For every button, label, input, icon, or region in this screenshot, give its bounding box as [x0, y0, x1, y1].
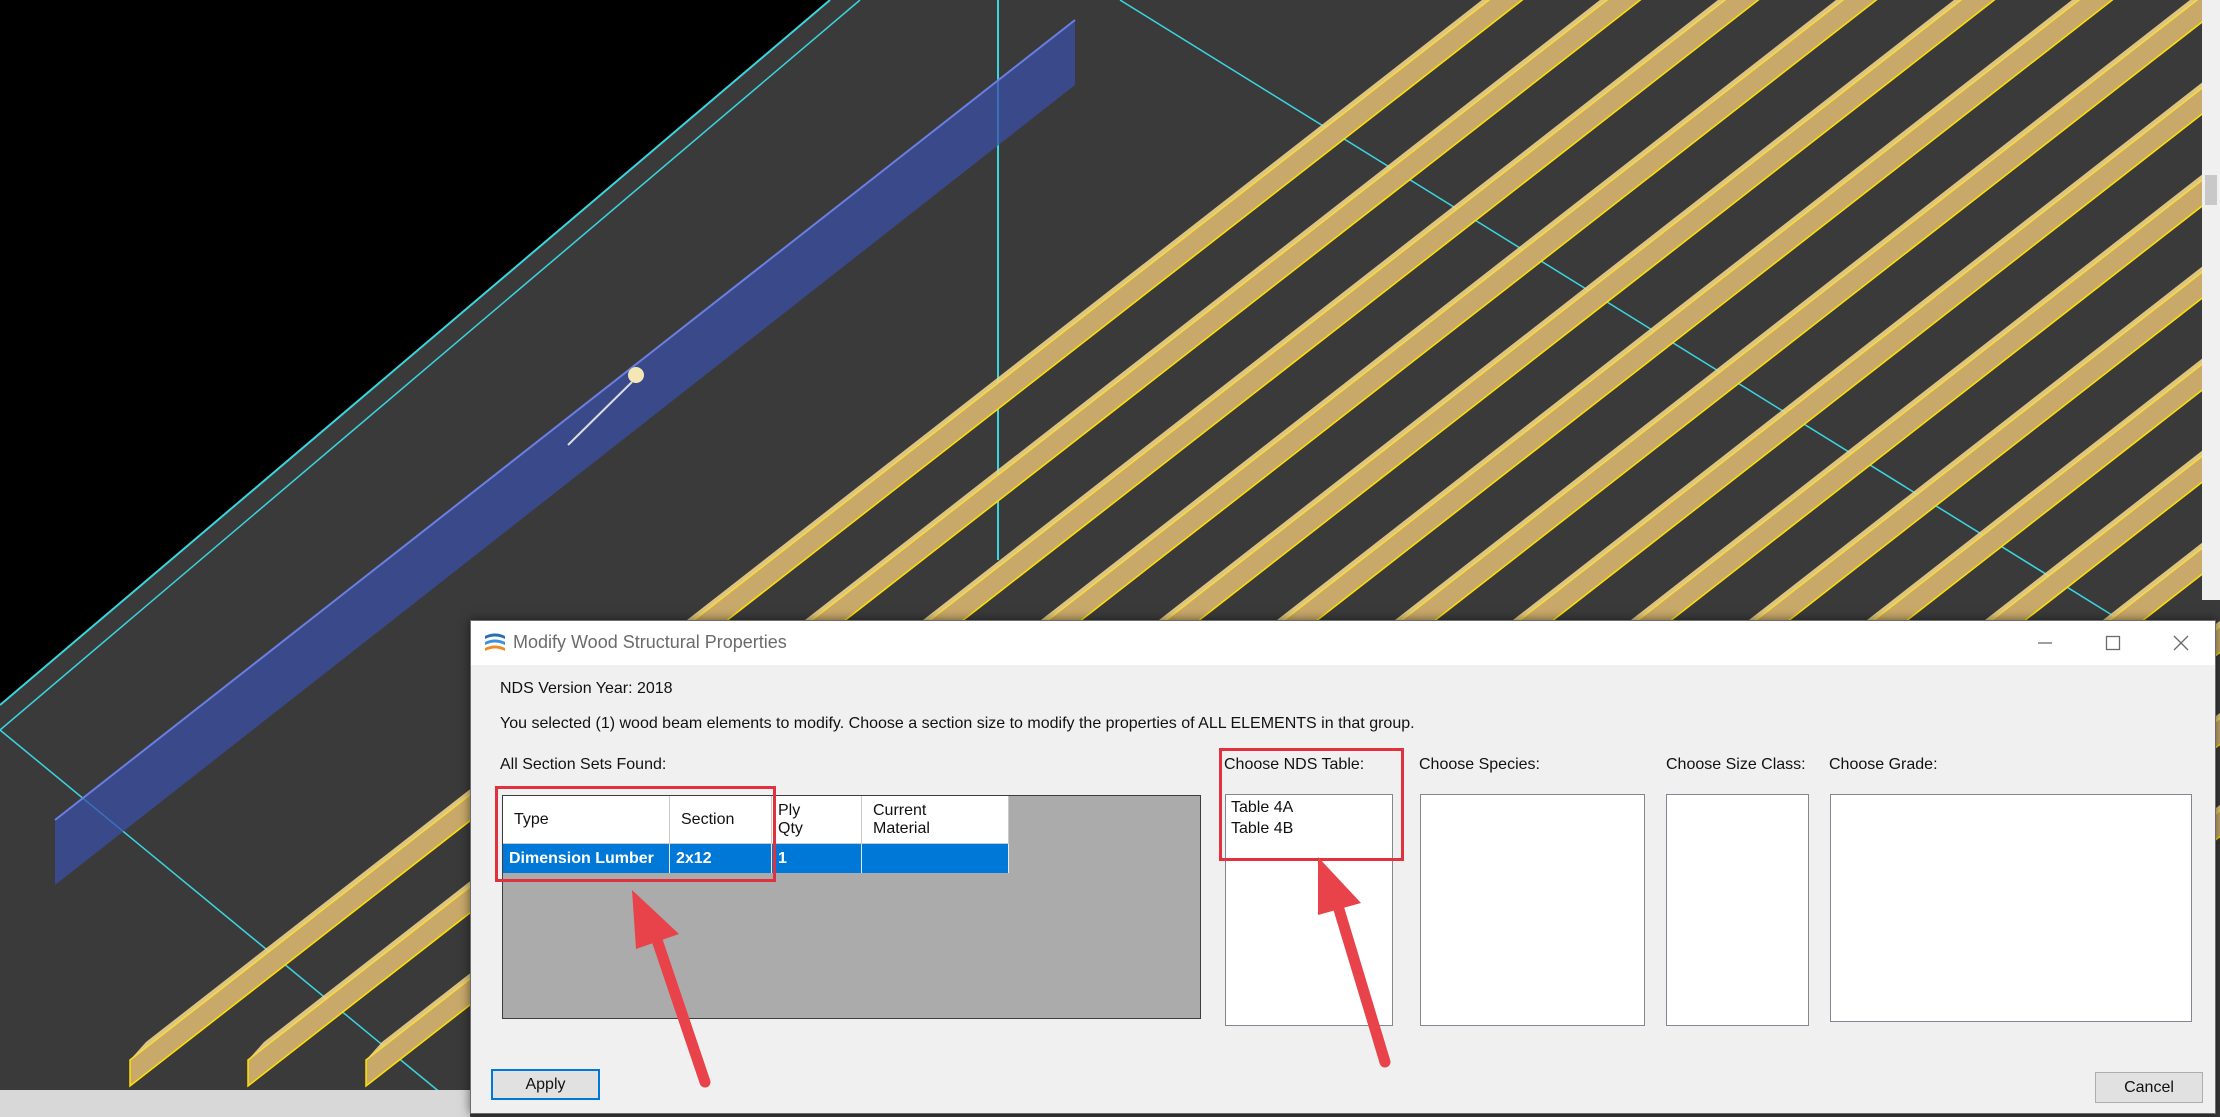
app-logo-icon	[485, 633, 505, 651]
nds-version-label: NDS Version Year: 2018	[500, 680, 673, 697]
section-sets-label: All Section Sets Found:	[500, 756, 667, 773]
close-icon	[2173, 635, 2189, 651]
close-button[interactable]	[2147, 621, 2215, 665]
size-class-list[interactable]	[1666, 794, 1809, 1026]
grade-label: Choose Grade:	[1829, 756, 1938, 773]
maximize-button[interactable]	[2079, 621, 2147, 665]
annotation-highlight-nds-table	[1219, 748, 1404, 861]
apply-button[interactable]: Apply	[491, 1069, 600, 1100]
annotation-highlight-grid	[495, 786, 776, 882]
status-strip	[0, 1090, 470, 1117]
grade-list[interactable]	[1830, 794, 2192, 1022]
cell-ply-qty[interactable]: 1	[772, 844, 862, 873]
species-list[interactable]	[1420, 794, 1645, 1026]
column-header-ply-qty[interactable]: Ply Qty	[772, 796, 862, 844]
species-label: Choose Species:	[1419, 756, 1540, 773]
title-bar[interactable]: Modify Wood Structural Properties	[471, 621, 2215, 665]
cancel-button[interactable]: Cancel	[2095, 1072, 2203, 1103]
minimize-icon	[2038, 642, 2052, 644]
instruction-text: You selected (1) wood beam elements to m…	[500, 715, 1415, 732]
window-title: Modify Wood Structural Properties	[513, 632, 787, 652]
maximize-icon	[2105, 635, 2121, 651]
column-header-current-material[interactable]: Current Material	[862, 796, 1009, 844]
size-class-label: Choose Size Class:	[1666, 756, 1806, 773]
cell-current-material[interactable]	[862, 844, 1009, 873]
minimize-button[interactable]	[2011, 621, 2079, 665]
